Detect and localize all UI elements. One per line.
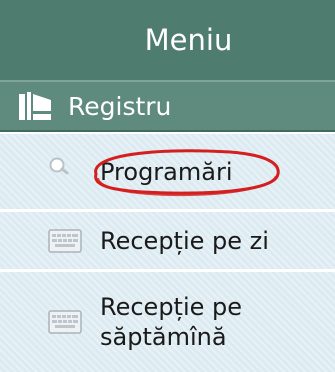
menu-item-receptie-pe-saptamina[interactable]: Recepție pe săptămînă (0, 272, 335, 372)
menu-item-label: Recepție pe zi (100, 226, 269, 255)
menu-title-bar: Meniu (0, 0, 335, 80)
menu-item-label: Programări (100, 158, 233, 186)
register-book-icon (18, 91, 52, 121)
menu-item-receptie-pe-zi[interactable]: Recepție pe zi (0, 212, 335, 272)
section-registru[interactable]: Registru (0, 80, 335, 132)
menu-item-programari[interactable]: Programări (0, 134, 335, 212)
section-label: Registru (68, 91, 172, 121)
side-menu: Meniu Registru Programări Recepție pe zi… (0, 0, 335, 372)
menu-item-label: Recepție pe săptămînă (100, 293, 243, 351)
keyboard-icon (48, 310, 82, 334)
keyboard-icon (48, 228, 82, 253)
menu-title: Meniu (144, 23, 233, 57)
search-icon (48, 156, 78, 180)
